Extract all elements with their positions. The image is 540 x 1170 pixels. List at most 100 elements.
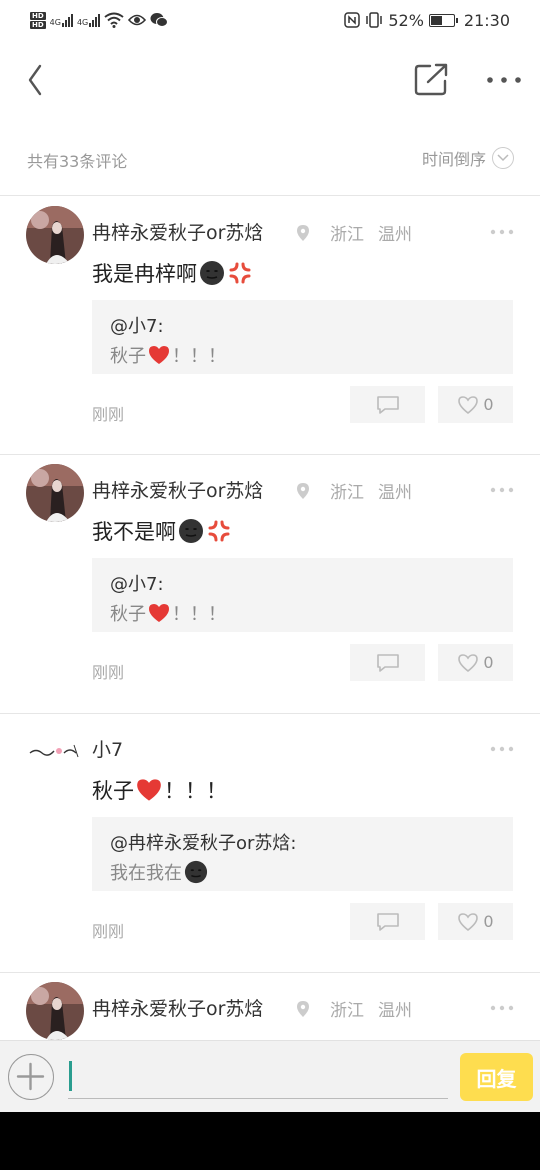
heart-outline-icon xyxy=(458,912,479,931)
like-button[interactable]: 0 xyxy=(438,644,513,681)
chevron-left-icon[interactable] xyxy=(22,62,52,98)
reply-button[interactable] xyxy=(350,386,425,423)
more-options-icon[interactable] xyxy=(490,228,514,236)
reply-input-bar: 回复 xyxy=(0,1040,540,1112)
username[interactable]: 小7 xyxy=(92,735,123,762)
dark-face-emoji-icon xyxy=(200,261,224,285)
vibrate-icon xyxy=(366,12,383,28)
status-left: HD HD 4G 4G xyxy=(30,11,169,29)
battery-icon xyxy=(428,13,458,27)
anger-symbol-icon xyxy=(208,520,230,542)
more-options-icon[interactable] xyxy=(490,1004,514,1012)
status-bar: HD HD 4G 4G 52% 21:30 xyxy=(0,0,540,40)
reply-input[interactable] xyxy=(68,1057,448,1099)
quoted-user[interactable]: @小7: xyxy=(110,570,495,596)
network-type-1: 4G xyxy=(49,18,61,27)
location-pin-icon xyxy=(297,224,309,241)
quoted-text-content: 我在我在 xyxy=(110,863,182,884)
status-right: 52% 21:30 xyxy=(344,11,510,30)
red-heart-icon xyxy=(137,779,161,801)
reply-button[interactable] xyxy=(350,903,425,940)
more-horizontal-icon[interactable] xyxy=(482,68,526,92)
like-count: 0 xyxy=(483,395,494,414)
username[interactable]: 冉梓永爱秋子or苏焓 xyxy=(92,994,263,1021)
red-heart-icon xyxy=(149,346,169,364)
like-count: 0 xyxy=(483,653,494,672)
location: 浙江 温州 xyxy=(296,220,412,245)
quoted-text: 秋子 ！！！ xyxy=(110,600,495,626)
comment-text-content: 我不是啊 xyxy=(92,520,176,544)
location-city: 温州 xyxy=(378,225,412,245)
quoted-user[interactable]: @冉梓永爱秋子or苏焓: xyxy=(110,829,495,855)
comment-time: 刚刚 xyxy=(92,405,125,424)
quoted-reply: @冉梓永爱秋子or苏焓: 我在我在 xyxy=(92,817,513,891)
quoted-text-suffix: ！！！ xyxy=(172,346,226,367)
comment-item: 冉梓永爱秋子or苏焓 浙江 温州 我是冉梓啊 @小7: 秋子 ！！！ 刚刚 0 xyxy=(0,198,540,455)
like-button[interactable]: 0 xyxy=(438,903,513,940)
red-heart-icon xyxy=(149,604,169,622)
heart-outline-icon xyxy=(458,653,479,672)
quoted-text: 我在我在 xyxy=(110,859,495,885)
comment-item: 冉梓永爱秋子or苏焓 浙江 温州 xyxy=(0,974,540,1040)
quoted-text-content: 秋子 xyxy=(110,604,146,625)
comment-text-content: 秋子 xyxy=(92,779,134,803)
comment-time: 刚刚 xyxy=(92,922,125,941)
avatar[interactable] xyxy=(26,464,84,522)
location-city: 温州 xyxy=(378,1001,412,1021)
comment-item: 小7 秋子 ！！！ @冉梓永爱秋子or苏焓: 我在我在 刚刚 0 xyxy=(0,715,540,973)
wifi-icon xyxy=(104,12,124,28)
comment-item: 冉梓永爱秋子or苏焓 浙江 温州 我不是啊 @小7: 秋子 ！！！ 刚刚 0 xyxy=(0,456,540,714)
location-province: 浙江 xyxy=(330,225,364,245)
network-type-2: 4G xyxy=(76,18,89,27)
quoted-reply: @小7: 秋子 ！！！ xyxy=(92,300,513,374)
avatar[interactable] xyxy=(26,723,84,781)
quoted-text-content: 秋子 xyxy=(110,346,146,367)
more-options-icon[interactable] xyxy=(490,486,514,494)
dark-face-emoji-icon xyxy=(184,860,208,884)
location-city: 温州 xyxy=(378,483,412,503)
quoted-reply: @小7: 秋子 ！！！ xyxy=(92,558,513,632)
quoted-user[interactable]: @小7: xyxy=(110,312,495,338)
add-attachment-button[interactable] xyxy=(8,1054,54,1100)
sort-toggle[interactable]: 时间倒序 xyxy=(422,146,514,170)
system-navigation-bar xyxy=(0,1112,540,1170)
top-navigation-bar xyxy=(0,50,540,110)
heart-outline-icon xyxy=(458,395,479,414)
location-province: 浙江 xyxy=(330,483,364,503)
comments-header: 共有33条评论 时间倒序 xyxy=(0,134,540,196)
location: 浙江 温州 xyxy=(296,996,412,1021)
comment-text-content: 我是冉梓啊 xyxy=(92,262,197,286)
nfc-icon xyxy=(344,12,361,28)
chevron-down-icon xyxy=(492,147,514,169)
comment-text-suffix: ！！！ xyxy=(164,779,227,803)
comment-text: 秋子 ！！！ xyxy=(92,775,227,805)
eye-icon xyxy=(128,14,147,26)
quoted-text-suffix: ！！！ xyxy=(172,604,226,625)
wechat-icon xyxy=(150,13,169,27)
comment-text: 我是冉梓啊 xyxy=(92,258,253,288)
like-count: 0 xyxy=(483,912,494,931)
avatar[interactable] xyxy=(26,982,84,1040)
location-pin-icon xyxy=(297,482,309,499)
quoted-text: 秋子 ！！！ xyxy=(110,342,495,368)
battery-percent: 52% xyxy=(388,10,424,30)
reply-send-button[interactable]: 回复 xyxy=(460,1053,533,1101)
dark-face-emoji-icon xyxy=(179,519,203,543)
text-caret xyxy=(69,1061,72,1091)
plus-icon xyxy=(16,1062,45,1091)
comment-text: 我不是啊 xyxy=(92,516,232,546)
reply-button[interactable] xyxy=(350,644,425,681)
location-pin-icon xyxy=(297,1000,309,1017)
username[interactable]: 冉梓永爱秋子or苏焓 xyxy=(92,476,263,503)
signal-icon: 4G xyxy=(50,13,73,27)
comment-bubble-icon xyxy=(376,395,399,414)
username[interactable]: 冉梓永爱秋子or苏焓 xyxy=(92,218,263,245)
more-options-icon[interactable] xyxy=(490,745,514,753)
avatar[interactable] xyxy=(26,206,84,264)
comment-count: 共有33条评论 xyxy=(27,152,128,171)
comment-bubble-icon xyxy=(376,912,399,931)
sort-label: 时间倒序 xyxy=(421,150,486,169)
anger-symbol-icon xyxy=(229,262,251,284)
like-button[interactable]: 0 xyxy=(438,386,513,423)
share-external-icon[interactable] xyxy=(412,62,452,98)
